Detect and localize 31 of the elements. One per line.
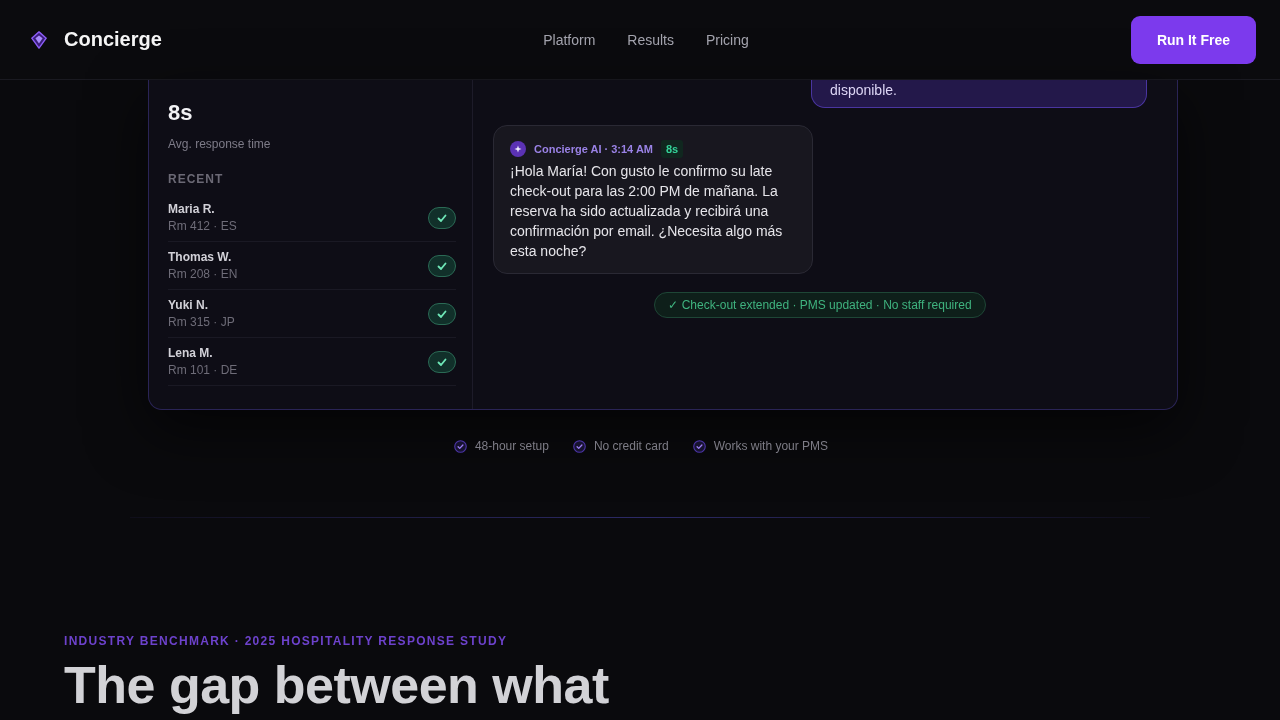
guest-name[interactable]: Thomas W. <box>168 250 232 264</box>
message-text: ¡Hola María! Con gusto le confirmo su late check-out para las 2:00 PM de mañana. La reserva ha sido actualizada y recibirá una confirmación por email. ¿Necesita algo más esta noche? <box>510 162 784 261</box>
response-time-badge: 8s <box>661 140 684 158</box>
sparkle-icon <box>510 141 526 157</box>
stat-value: 8s <box>168 99 193 127</box>
guest-name[interactable]: Maria R. <box>168 202 215 216</box>
perk-text: Works with your PMS <box>713 439 829 453</box>
guest-message: disponible. <box>811 80 1147 108</box>
guest-detail: Rm 208 · EN <box>168 267 238 281</box>
sender-label: Concierge AI · 3:14 AM <box>534 143 653 155</box>
nav-link[interactable]: Results <box>627 31 674 48</box>
section-eyebrow: INDUSTRY BENCHMARK · 2025 HOSPITALITY RESPONSE STUDY <box>64 634 508 648</box>
status-pill: ✓ Check-out extended · PMS updated · No staff required <box>654 292 986 318</box>
brand-name[interactable]: Concierge <box>64 28 162 51</box>
nav-link[interactable]: Pricing <box>706 31 749 48</box>
guest-detail: Rm 412 · ES <box>168 219 237 233</box>
recent-heading: RECENT <box>168 172 224 186</box>
guest-name[interactable]: Yuki N. <box>168 298 208 312</box>
nav-link[interactable]: Platform <box>543 31 596 48</box>
diamond-icon <box>30 30 48 49</box>
guest-detail: Rm 101 · DE <box>168 363 238 377</box>
section-heading: The gap between what <box>64 656 609 714</box>
guest-name[interactable]: Lena M. <box>168 346 213 360</box>
perk-text: No credit card <box>593 439 669 453</box>
check-circle-icon <box>572 439 586 453</box>
check-circle-icon <box>453 439 467 453</box>
cta-button[interactable]: Run It Free <box>1130 15 1256 64</box>
check-circle-icon <box>692 439 706 453</box>
guest-detail: Rm 315 · JP <box>168 315 235 329</box>
perk-text: 48-hour setup <box>474 439 549 453</box>
stat-label: Avg. response time <box>168 137 271 151</box>
